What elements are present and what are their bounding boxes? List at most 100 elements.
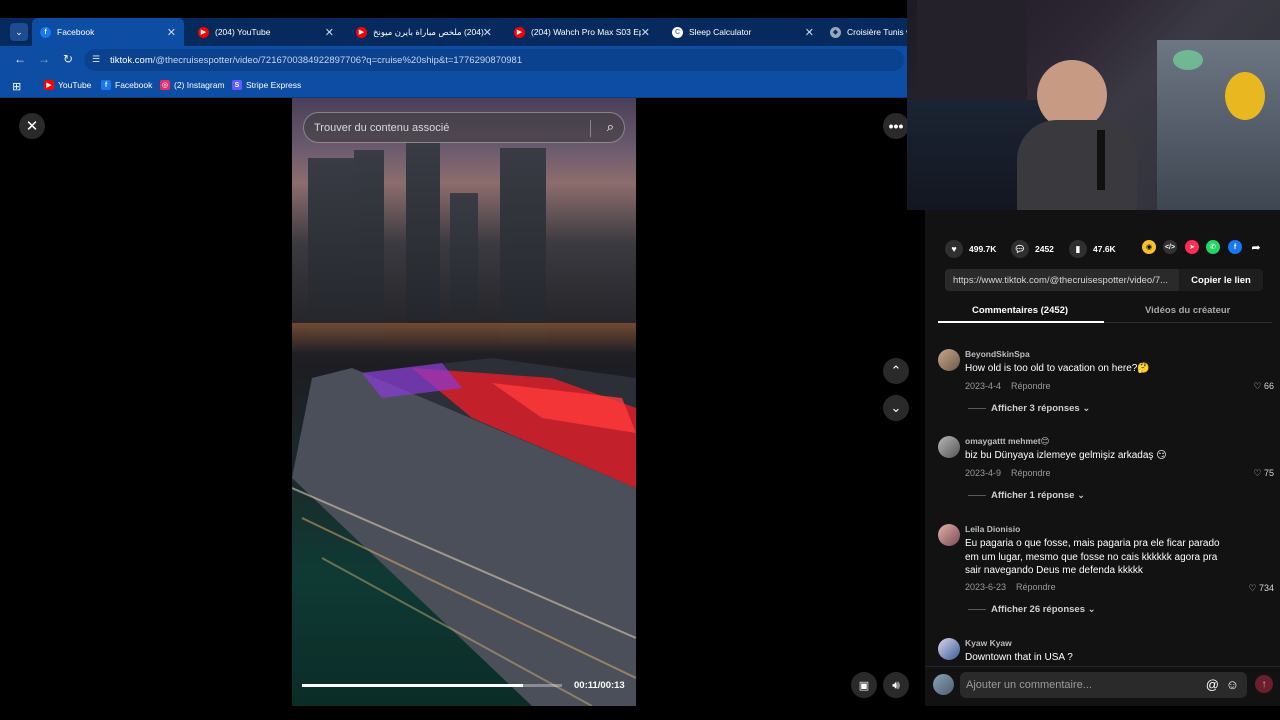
copy-link-button[interactable]: Copier le lien xyxy=(1179,269,1263,291)
tab-search-dropdown[interactable]: ⌄ xyxy=(10,23,28,41)
emoji-icon[interactable]: ☺ xyxy=(1226,677,1239,692)
reply-button[interactable]: Répondre xyxy=(1011,381,1051,391)
chevron-down-icon[interactable]: ⌄ xyxy=(883,395,909,421)
comment-button[interactable]: 💬︎ 2452 xyxy=(1011,240,1054,258)
more-options-icon[interactable]: ••• xyxy=(883,113,909,139)
bookmarks-bar: ⊞ ▶ YouTube f Facebook ◎ (2) Instagram S Str… xyxy=(0,74,907,98)
avatar[interactable] xyxy=(938,349,960,371)
avatar[interactable] xyxy=(938,436,960,458)
url-field[interactable]: ☰ tiktok.com/@thecruisespotter/video/721… xyxy=(84,49,904,71)
tab-bayern-summary[interactable]: ▶ (204) ملخص مباراة بايرن ميونخ ✕ xyxy=(348,18,500,46)
chevron-up-icon[interactable]: ⌃ xyxy=(883,358,909,384)
comment-date: 2023-6-23 xyxy=(965,582,1007,592)
comment-placeholder: Ajouter un commentaire... xyxy=(966,679,1092,691)
bookmark-facebook[interactable]: f Facebook xyxy=(101,80,152,90)
send-icon[interactable]: ➤ xyxy=(1185,240,1199,254)
stripe-icon: S xyxy=(232,80,242,90)
tab-facebook[interactable]: f Facebook ✕ xyxy=(32,18,184,46)
tab-sleep-calculator[interactable]: C Sleep Calculator ✕ xyxy=(664,18,822,46)
comment-icon: 💬︎ xyxy=(1011,240,1029,258)
bookmark-label: Stripe Express xyxy=(246,80,302,90)
tab-title: (204) YouTube xyxy=(215,27,271,37)
bookmark-youtube[interactable]: ▶ YouTube xyxy=(44,80,91,90)
tab-youtube[interactable]: ▶ (204) YouTube ✕ xyxy=(190,18,342,46)
sleep-calculator-icon: C xyxy=(672,26,683,38)
reply-button[interactable]: Répondre xyxy=(1011,468,1051,478)
tab-wahch-pro-max[interactable]: ▶ (204) Wahch Pro Max S03 Episo ✕ xyxy=(506,18,658,46)
whatsapp-icon[interactable]: ✆ xyxy=(1206,240,1220,254)
view-replies-button[interactable]: Afficher 3 réponses ⌄ xyxy=(968,403,1090,414)
reply-button[interactable]: Répondre xyxy=(1016,582,1056,592)
site-info-icon[interactable]: ☰ xyxy=(92,54,100,65)
comment-count: 2452 xyxy=(1035,244,1054,254)
address-bar-row: ← → ↻ ☰ tiktok.com/@thecruisespotter/vid… xyxy=(0,46,907,74)
close-icon[interactable]: ✕ xyxy=(325,26,334,39)
mention-icon[interactable]: @ xyxy=(1206,677,1219,692)
bookmark-label: (2) Instagram xyxy=(174,80,225,90)
share-link-box[interactable]: https://www.tiktok.com/@thecruisespotter… xyxy=(945,269,1263,291)
globe-icon: ◆ xyxy=(830,26,841,38)
tab-creator-videos[interactable]: Vidéos du créateur xyxy=(1145,305,1230,316)
close-icon[interactable]: ✕ xyxy=(805,26,814,39)
view-replies-button[interactable]: Afficher 26 réponses ⌄ xyxy=(968,604,1096,615)
facebook-icon[interactable]: f xyxy=(1228,240,1242,254)
heart-icon[interactable]: ♡ xyxy=(1253,381,1261,391)
divider xyxy=(590,120,591,137)
plush-toy xyxy=(1225,72,1265,120)
view-replies-label: Afficher 26 réponses xyxy=(991,604,1085,615)
avatar[interactable] xyxy=(938,638,960,660)
heart-icon[interactable]: ♡ xyxy=(1248,583,1256,593)
reload-icon[interactable]: ↻ xyxy=(60,52,76,66)
tab-comments[interactable]: Commentaires (2452) xyxy=(972,305,1068,316)
comment-input[interactable]: Ajouter un commentaire... @ ☺ xyxy=(960,672,1247,698)
chevron-down-icon: ⌄ xyxy=(1082,403,1091,414)
bookmark-stripe-express[interactable]: S Stripe Express xyxy=(232,80,301,90)
coin-icon[interactable]: ◉ xyxy=(1142,240,1156,254)
comment-username[interactable]: Leila Dionisio xyxy=(965,524,1020,534)
skyline-building xyxy=(406,143,440,333)
comment-username[interactable]: BeyondSkinSpa xyxy=(965,349,1030,359)
bookmark-instagram[interactable]: ◎ (2) Instagram xyxy=(160,80,225,90)
facebook-icon: f xyxy=(40,26,51,38)
send-comment-button[interactable]: ↑ xyxy=(1255,675,1273,693)
close-icon[interactable]: ✕ xyxy=(167,26,176,39)
related-search-input[interactable]: Trouver du contenu associé ⌕ xyxy=(303,112,625,143)
video-player[interactable] xyxy=(292,98,636,706)
comment-username[interactable]: omaygattt mehmet😊 xyxy=(965,436,1049,447)
like-button[interactable]: ♥ 499.7K xyxy=(945,240,996,258)
active-tab-indicator xyxy=(938,321,1104,323)
apps-grid-icon[interactable]: ⊞ xyxy=(12,80,21,93)
search-icon[interactable]: ⌕ xyxy=(607,119,614,135)
tab-croisiere[interactable]: ◆ Croisière Tunis vi xyxy=(822,18,907,46)
like-count: 499.7K xyxy=(969,244,997,254)
tab-title: (204) Wahch Pro Max S03 Episo xyxy=(531,27,641,37)
comment-username[interactable]: Kyaw Kyaw xyxy=(965,638,1012,648)
url-host: tiktok.com xyxy=(110,54,153,66)
avatar[interactable] xyxy=(938,524,960,546)
microphone xyxy=(1097,130,1105,190)
floating-player-icon[interactable]: ▣ xyxy=(851,672,877,698)
tab-title: Croisière Tunis vi xyxy=(847,27,907,37)
comment-item: omaygattt mehmet😊 biz bu Dünyaya izlemey… xyxy=(938,436,1278,506)
tab-title: Sleep Calculator xyxy=(689,27,752,37)
close-icon[interactable]: ✕ xyxy=(483,26,492,39)
save-button[interactable]: ▮ 47.6K xyxy=(1069,240,1116,258)
instagram-icon: ◎ xyxy=(160,80,170,90)
share-icon[interactable]: ➦ xyxy=(1249,240,1263,254)
comment-date: 2023-4-9 xyxy=(965,468,1002,478)
forward-arrow-icon[interactable]: → xyxy=(36,52,52,66)
youtube-icon: ▶ xyxy=(514,26,525,38)
video-progress-fill xyxy=(302,684,523,687)
close-icon[interactable]: ✕ xyxy=(641,26,650,39)
comment-text: Eu pagaria o que fosse, mais pagaria pra… xyxy=(965,538,1220,576)
comment-like-count: 75 xyxy=(1263,468,1274,478)
heart-icon[interactable]: ♡ xyxy=(1253,468,1261,478)
tab-title: Facebook xyxy=(57,27,95,37)
comment-like-count: 66 xyxy=(1263,381,1274,391)
close-icon[interactable]: ✕ xyxy=(19,113,45,139)
volume-icon[interactable]: 🔊︎ xyxy=(883,672,909,698)
view-replies-button[interactable]: Afficher 1 réponse ⌄ xyxy=(968,490,1085,501)
back-arrow-icon[interactable]: ← xyxy=(12,52,28,66)
video-progress-bar[interactable] xyxy=(302,684,562,687)
embed-icon[interactable]: </> xyxy=(1163,240,1177,254)
